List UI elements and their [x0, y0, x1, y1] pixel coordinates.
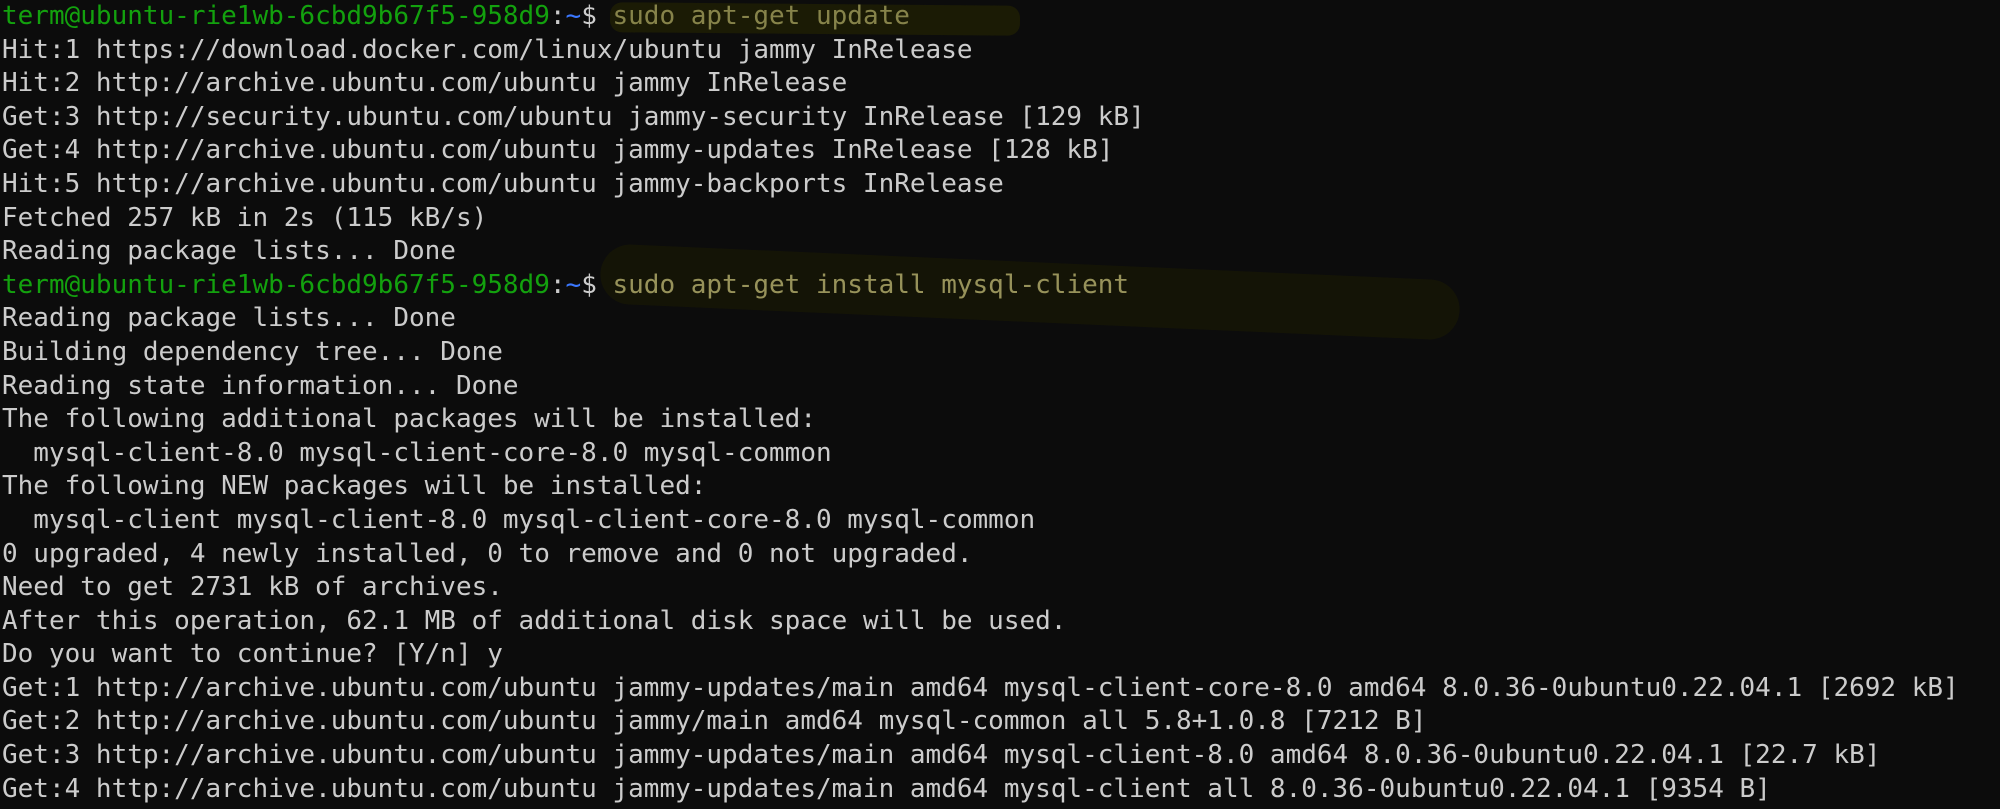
output-line: Get:1 http://archive.ubuntu.com/ubuntu j…	[2, 672, 1959, 703]
output-line: Get:2 http://archive.ubuntu.com/ubuntu j…	[2, 706, 1427, 737]
terminal-output[interactable]: term@ubuntu-rie1wb-6cbd9b67f5-958d9:~$ s…	[0, 0, 2000, 806]
output-line: mysql-client mysql-client-8.0 mysql-clie…	[2, 504, 1036, 535]
terminal-window[interactable]: term@ubuntu-rie1wb-6cbd9b67f5-958d9:~$ s…	[0, 0, 2000, 809]
output-line: Get:3 http://security.ubuntu.com/ubuntu …	[2, 101, 1145, 132]
prompt-separator: :	[549, 1, 566, 31]
output-line: Hit:5 http://archive.ubuntu.com/ubuntu j…	[2, 168, 1004, 199]
output-line: Reading state information... Done	[2, 370, 519, 401]
prompt-separator: :	[549, 269, 566, 300]
output-line: Building dependency tree... Done	[2, 336, 503, 367]
output-line: Do you want to continue? [Y/n] y	[2, 639, 503, 670]
output-line: Hit:2 http://archive.ubuntu.com/ubuntu j…	[2, 68, 848, 99]
output-line: Fetched 257 kB in 2s (115 kB/s)	[2, 202, 488, 233]
prompt-path: ~	[565, 269, 582, 300]
prompt-user-host: term@ubuntu-rie1wb-6cbd9b67f5-958d9	[2, 269, 550, 300]
prompt-symbol: $	[581, 269, 597, 300]
prompt-path: ~	[565, 1, 582, 31]
output-line: Get:4 http://archive.ubuntu.com/ubuntu j…	[2, 773, 1771, 804]
output-line: Hit:1 https://download.docker.com/linux/…	[2, 34, 973, 65]
output-line: After this operation, 62.1 MB of additio…	[2, 605, 1067, 636]
output-line: mysql-client-8.0 mysql-client-core-8.0 m…	[2, 437, 832, 468]
output-line: Need to get 2731 kB of archives.	[2, 572, 503, 603]
output-line: Get:3 http://archive.ubuntu.com/ubuntu j…	[2, 740, 1881, 771]
output-line: The following additional packages will b…	[2, 404, 816, 435]
output-line: The following NEW packages will be insta…	[2, 471, 707, 502]
output-line: Get:4 http://archive.ubuntu.com/ubuntu j…	[2, 135, 1114, 166]
prompt-symbol: $	[581, 1, 597, 31]
highlight-smear	[609, 2, 1021, 36]
prompt-user-host: term@ubuntu-rie1wb-6cbd9b67f5-958d9	[2, 1, 550, 31]
output-line: 0 upgraded, 4 newly installed, 0 to remo…	[2, 538, 973, 569]
